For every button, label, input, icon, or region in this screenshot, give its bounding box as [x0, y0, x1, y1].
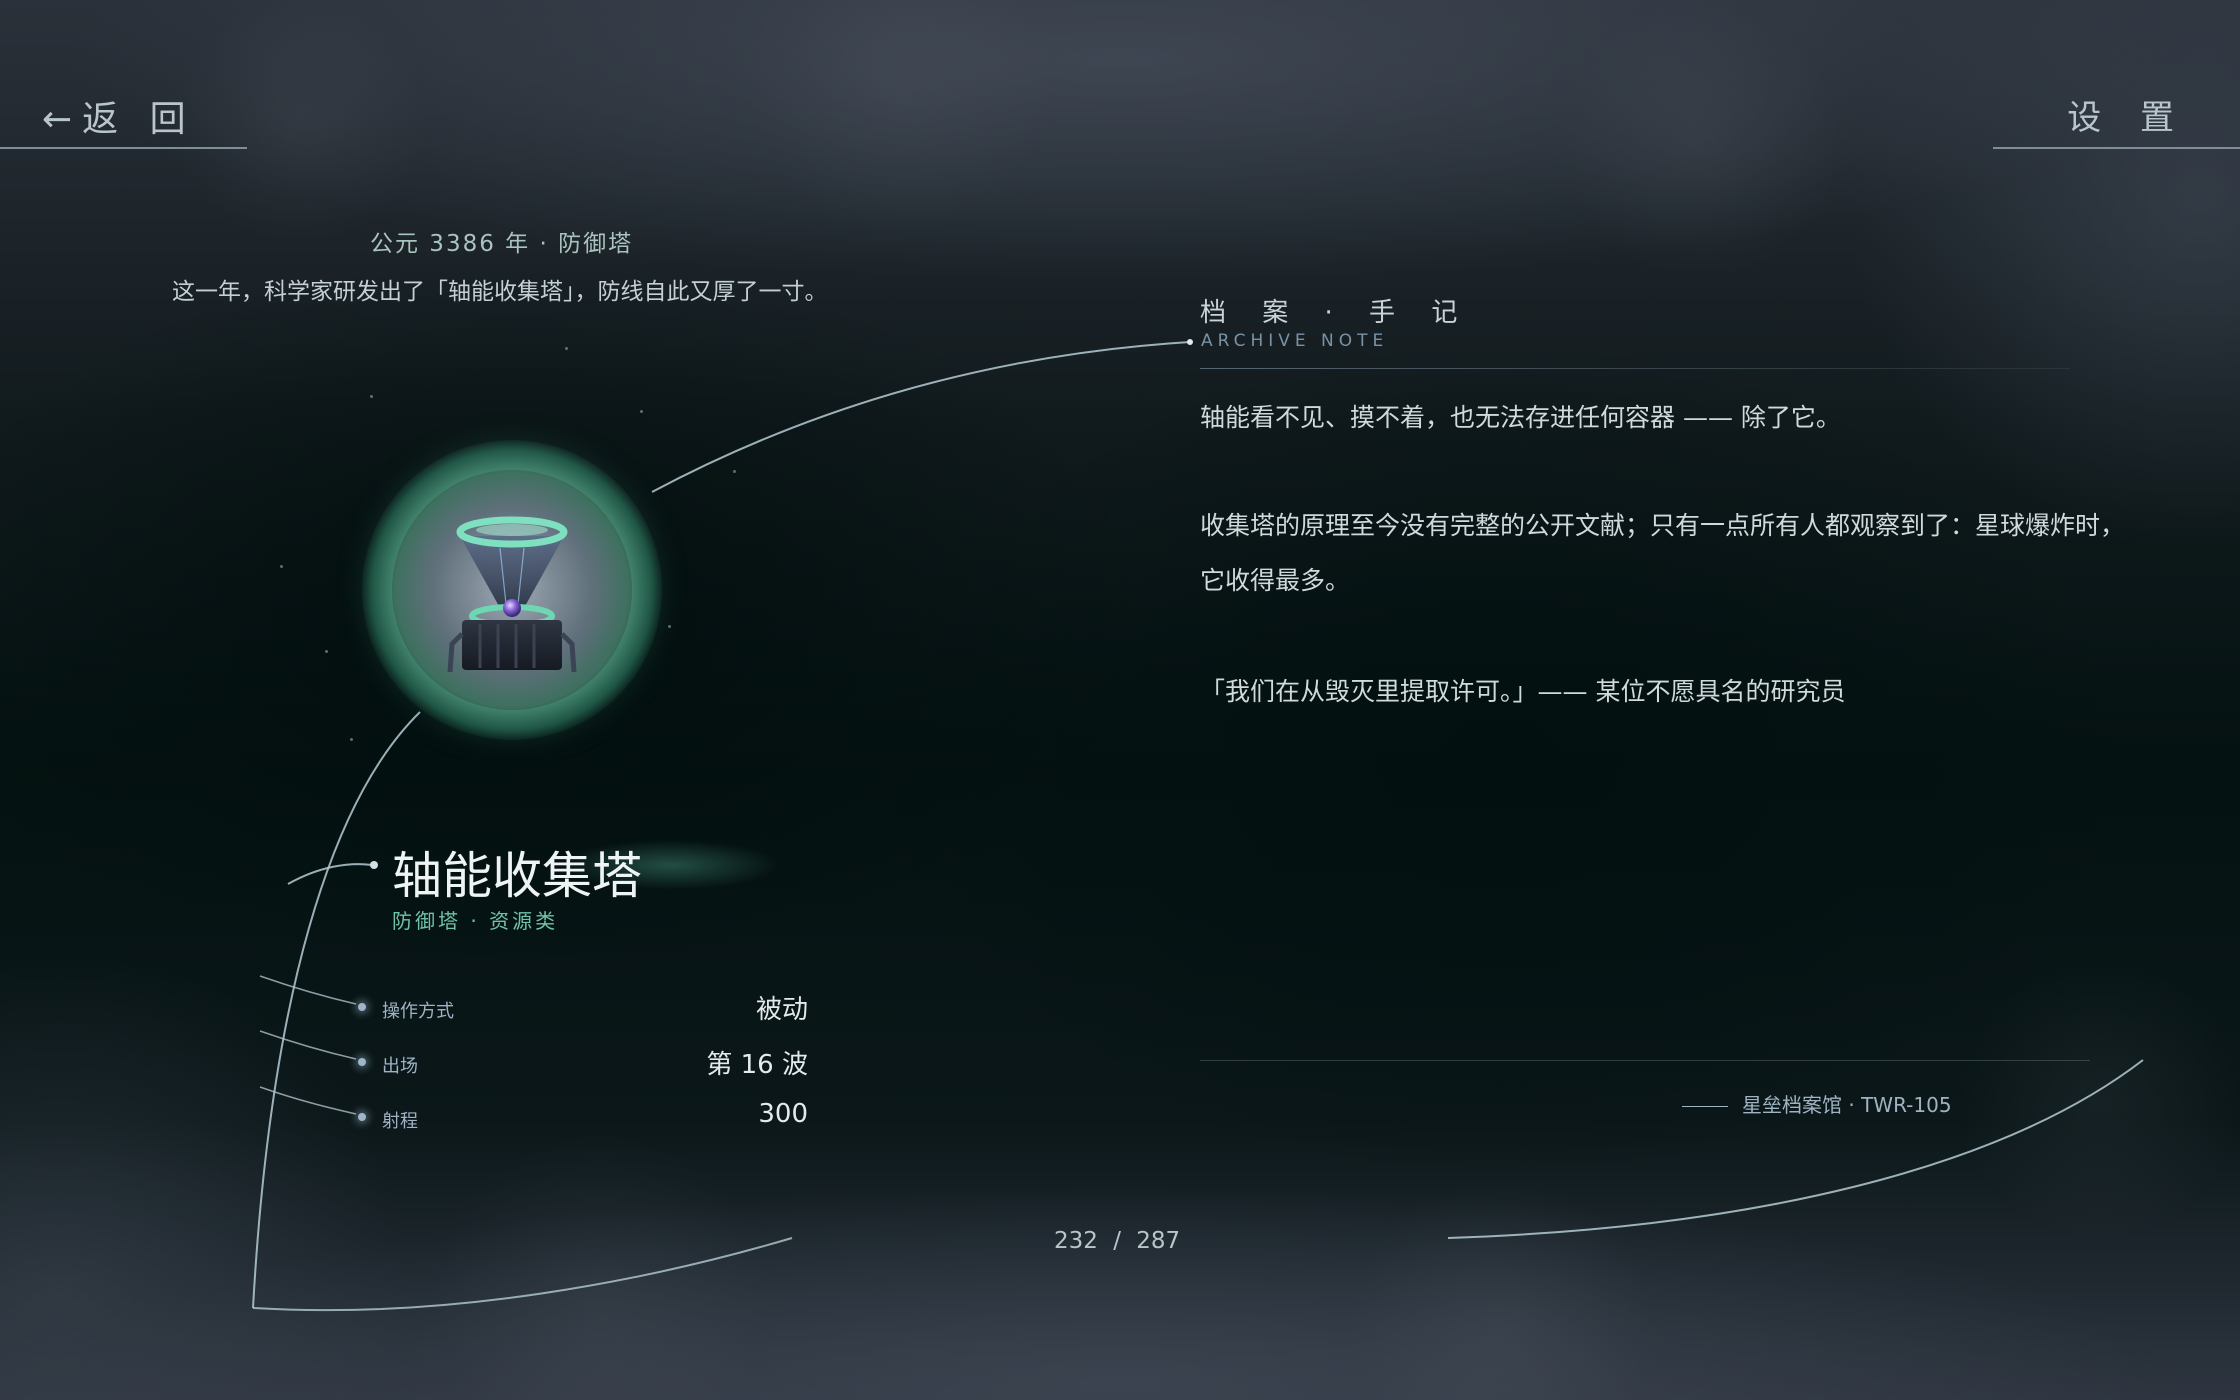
- tower-name: 轴能收集塔: [392, 847, 642, 905]
- stat-bullet-icon: [358, 1113, 366, 1121]
- stat-value: 第 16 波: [706, 1050, 808, 1080]
- tower-category: 防御塔 · 资源类: [392, 909, 559, 933]
- page-total: 287: [1136, 1228, 1181, 1254]
- archive-paragraph: 轴能看不见、摸不着，也无法存进任何容器 —— 除了它。: [1200, 403, 1841, 432]
- stat-bullet-icon: [358, 1058, 366, 1066]
- signature-text: 星垒档案馆 · TWR-105: [1742, 1093, 1952, 1117]
- stat-label: 射程: [382, 1111, 418, 1132]
- page-indicator: 232 / 287: [1054, 1228, 1180, 1254]
- signature-dash: [1682, 1106, 1728, 1107]
- stat-label: 操作方式: [382, 1001, 454, 1022]
- archive-bottom-divider: [1200, 1060, 2090, 1061]
- axis-energy-collector-tower-icon: [447, 516, 577, 673]
- stat-value: 被动: [755, 995, 808, 1025]
- archive-subtitle: ARCHIVE NOTE: [1201, 331, 1389, 351]
- stat-value: 300: [758, 1099, 808, 1129]
- era-label: 公元 3386 年 · 防御塔: [370, 231, 634, 257]
- page-current: 232: [1054, 1228, 1098, 1254]
- archive-signature: 星垒档案馆 · TWR-105: [1682, 1089, 1952, 1118]
- back-underline: [0, 147, 247, 149]
- stat-label: 出场: [382, 1056, 418, 1077]
- intro-text: 这一年，科学家研发出了「轴能收集塔」，防线自此又厚了一寸。: [172, 279, 828, 305]
- archive-divider: [1200, 368, 2070, 369]
- stat-row-operation: 操作方式 被动: [358, 987, 808, 1027]
- stat-row-range: 射程 300: [358, 1097, 808, 1137]
- archive-title: 档 案 · 手 记: [1200, 298, 1472, 328]
- settings-underline: [1993, 147, 2240, 149]
- page-separator: /: [1113, 1228, 1121, 1254]
- settings-button[interactable]: 设 置: [2067, 90, 2188, 139]
- stat-row-appearance: 出场 第 16 波: [358, 1042, 808, 1082]
- archive-paragraph: 收集塔的原理至今没有完整的公开文献；只有一点所有人都观察到了：星球爆炸时，它收得…: [1200, 511, 2126, 595]
- archive-quote: 「我们在从毁灭里提取许可。」—— 某位不愿具名的研究员: [1200, 677, 1846, 706]
- back-button[interactable]: ←返 回: [42, 90, 196, 142]
- stat-bullet-icon: [358, 1003, 366, 1011]
